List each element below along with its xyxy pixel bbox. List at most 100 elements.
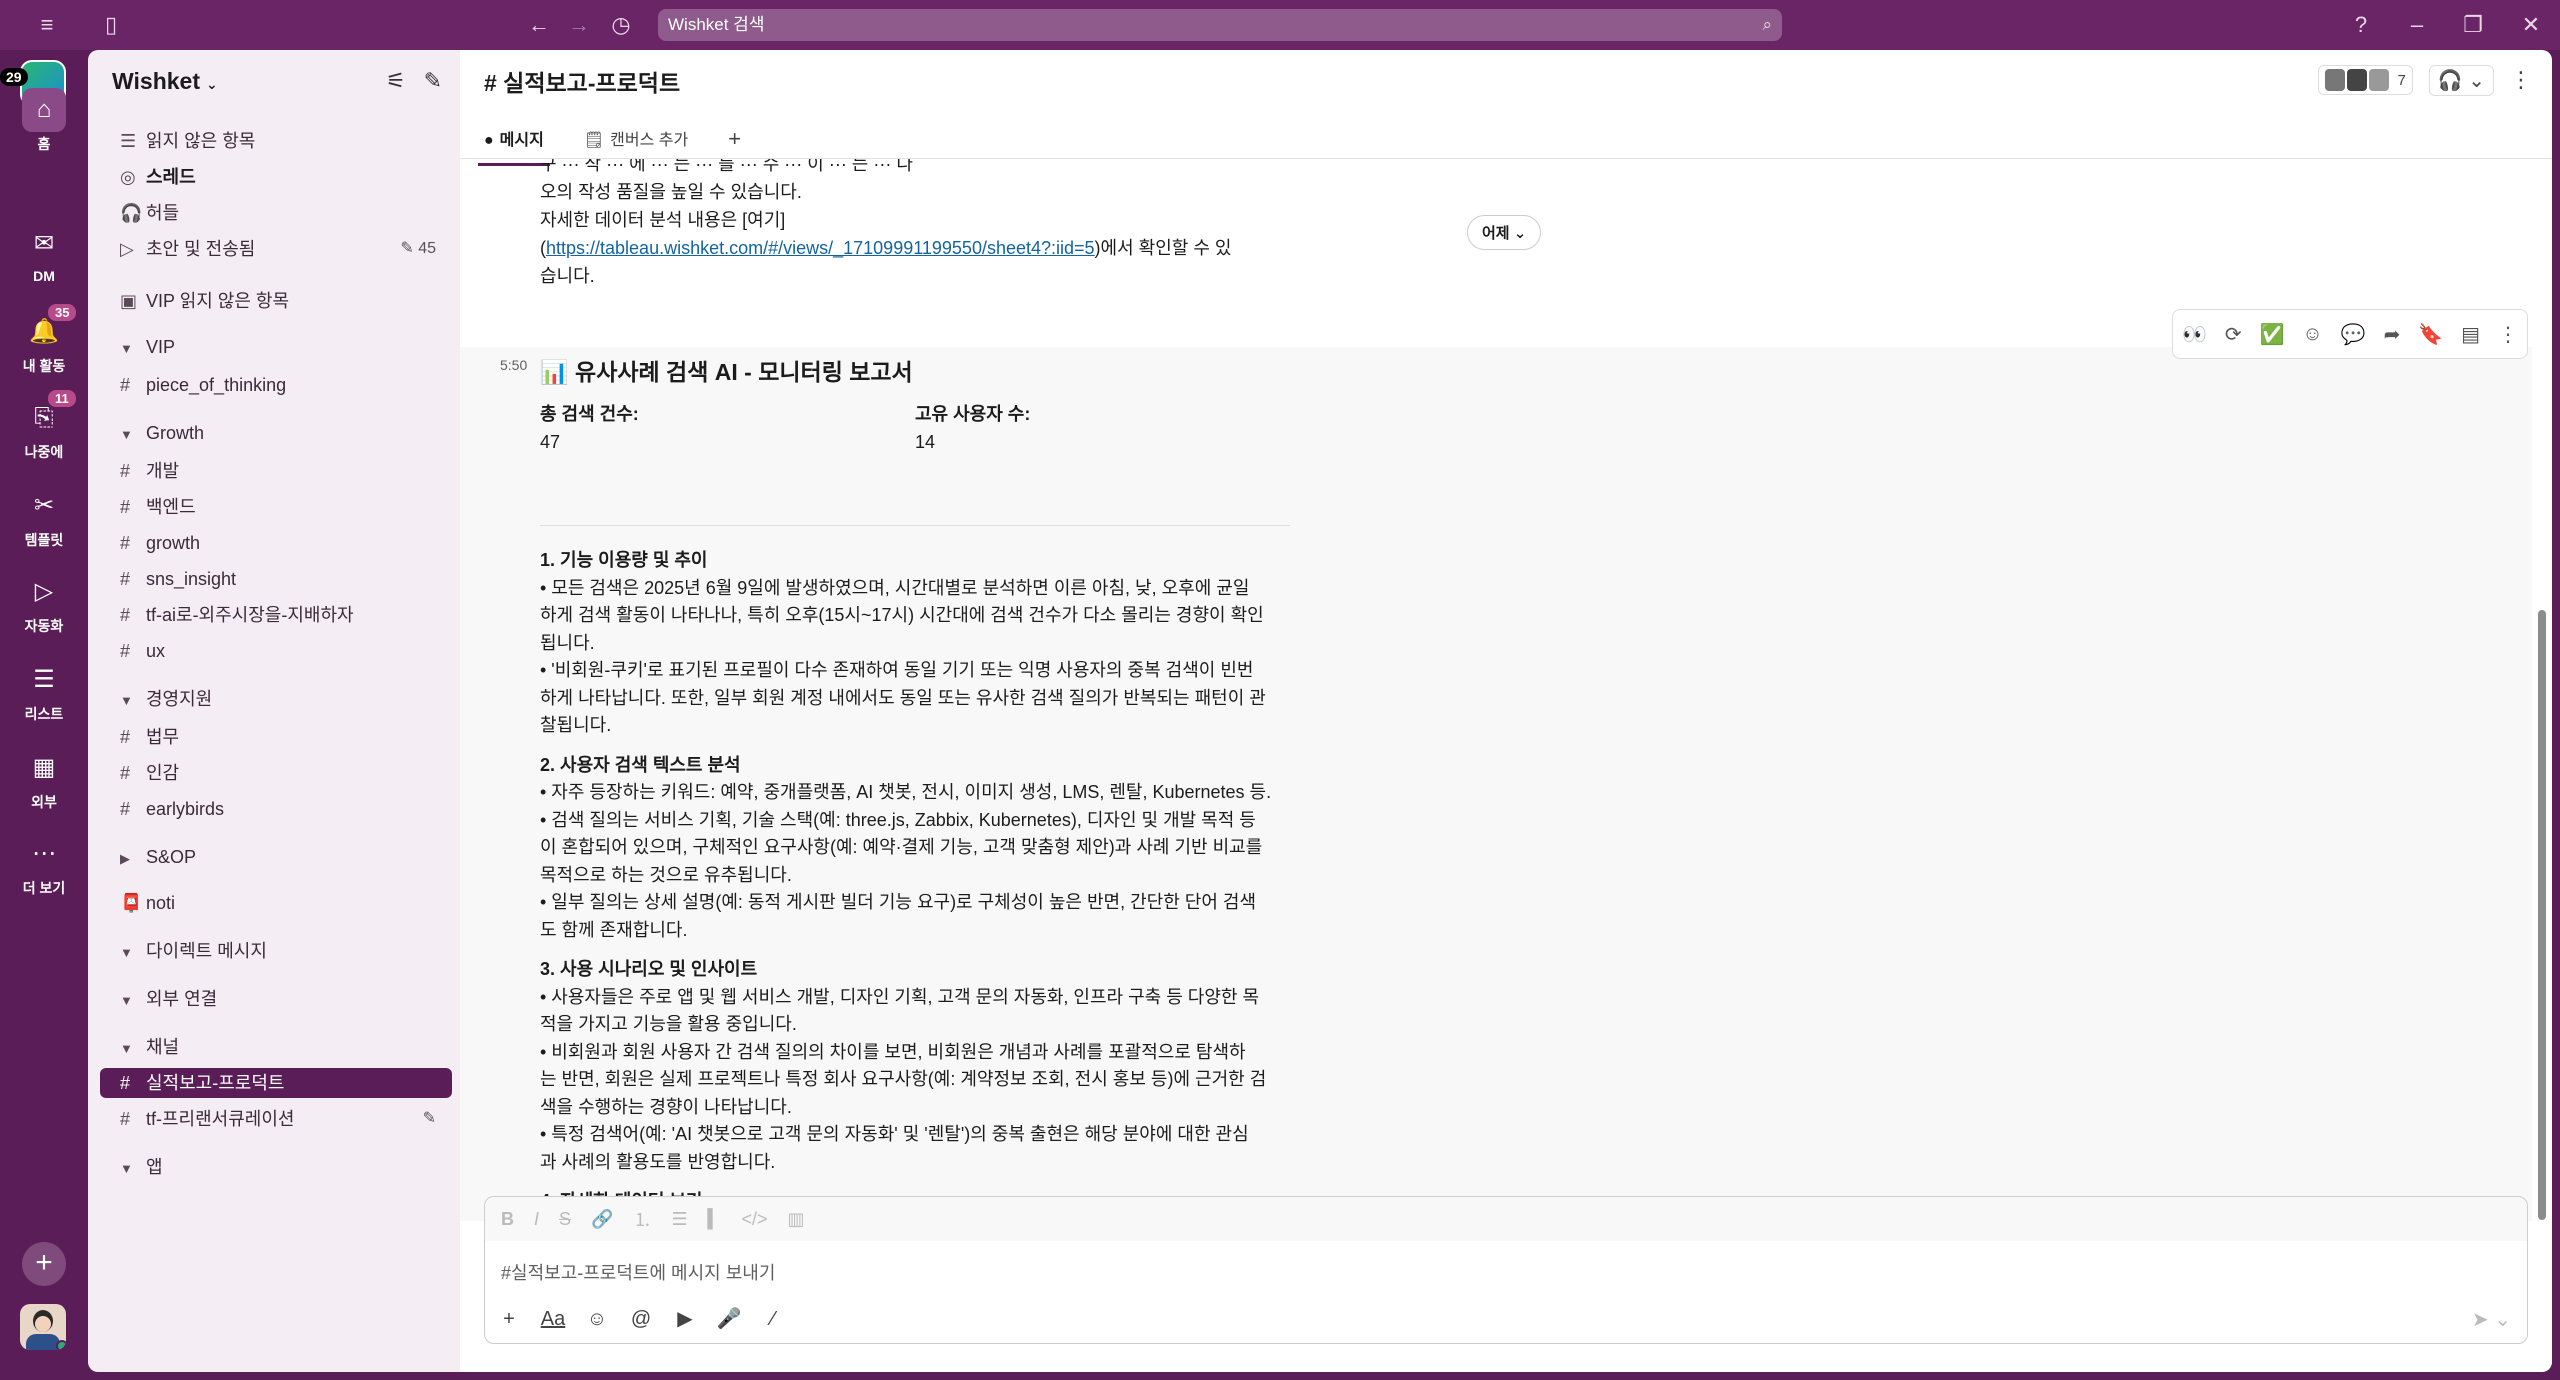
history-icon[interactable]: ◷ [606, 10, 636, 40]
sidebar-section[interactable]: ▶ S&OP [100, 842, 452, 872]
sidebar-section[interactable]: ▼ Growth [100, 418, 452, 448]
huddle-button[interactable]: 🎧 ⌄ [2428, 64, 2494, 96]
rail-item-2[interactable]: 🔔 내 활동 35 [0, 302, 88, 376]
sidebar-item[interactable]: ▣ VIP 읽지 않은 항목 [100, 286, 452, 316]
tableau-link[interactable]: https://tableau.wishket.com/#/views/_171… [546, 238, 1095, 258]
message-input[interactable]: #실적보고-프로덕트에 메시지 보내기 [501, 1259, 775, 1285]
sidebar-item-label: 허들 [146, 203, 180, 223]
sidebar-section[interactable]: ▼ 앱 [100, 1152, 452, 1182]
sidebar-item[interactable]: # earlybirds [100, 794, 452, 824]
italic-icon[interactable]: I [534, 1209, 539, 1230]
bullet-list-icon[interactable]: ☰ [671, 1209, 687, 1230]
rail-item-1[interactable]: ✉ DM [0, 222, 88, 284]
send-button[interactable]: ➤ ⌄ [2472, 1307, 2511, 1332]
strikethrough-icon[interactable]: S [559, 1209, 571, 1230]
search-input[interactable]: Wishket 검색 ⌕ [658, 9, 1782, 41]
link-icon[interactable]: 🔗 [591, 1209, 613, 1230]
sidebar-item[interactable]: 📮 noti [100, 888, 452, 918]
sidebar-item[interactable]: ▷ 초안 및 전송됨 ✎ 45 [100, 234, 452, 264]
add-workspace-button[interactable]: + [22, 1242, 66, 1286]
stat-value: 14 [915, 432, 936, 452]
tab-label: 메시지 [499, 132, 544, 149]
video-icon[interactable]: ▶ [671, 1305, 699, 1333]
back-arrow-icon[interactable]: ← [524, 10, 554, 40]
rail-item-6[interactable]: ☰ 리스트 [0, 658, 88, 724]
hash-icon: # [120, 605, 131, 625]
sidebar-item[interactable]: # sns_insight [100, 564, 452, 594]
sidebar-item[interactable]: # ux [100, 636, 452, 666]
code-icon[interactable]: </> [741, 1209, 767, 1230]
sidebar-item[interactable]: # 법무 [100, 722, 452, 752]
bookmark-icon[interactable]: 🔖 [2418, 322, 2443, 347]
sidebar-item[interactable]: 🎧 허들 [100, 198, 452, 228]
code-block-icon[interactable]: ▥ [787, 1209, 804, 1230]
sidebar-item-icon: ▼ [120, 1041, 133, 1056]
forward-arrow-icon[interactable]: → [564, 10, 594, 40]
blockquote-icon[interactable]: ▍ [708, 1209, 722, 1230]
sidebar-section[interactable]: ▼ VIP [100, 332, 452, 362]
share-icon[interactable]: ➦ [2384, 322, 2401, 347]
workspace-name[interactable]: Wishket ⌄ [112, 68, 218, 95]
member-avatars[interactable]: 7 [2318, 65, 2413, 95]
help-icon[interactable]: ? [2346, 10, 2376, 40]
sidebar-item[interactable]: # 인감 [100, 758, 452, 788]
filter-icon[interactable]: ⚟ [386, 68, 406, 93]
reply-thread-icon[interactable]: 💬 [2341, 322, 2366, 347]
sidebar-item[interactable]: ◎ 스레드 [100, 162, 452, 192]
page-title[interactable]: # 실적보고-프로덕트 [484, 64, 680, 98]
rail-item-4[interactable]: ✂ 템플릿 [0, 484, 88, 550]
sidebar-item[interactable]: # tf-ai로-외주시장을-지배하자 [100, 600, 452, 630]
maximize-icon[interactable]: ❐ [2458, 10, 2488, 40]
sidebar-section[interactable]: ▼ 경영지원 [100, 684, 452, 714]
message-composer[interactable]: B I S 🔗 ⒈ ☰ ▍ </> ▥ #실적보고-프로덕트에 메시지 보내기 … [484, 1196, 2528, 1344]
slash-command-icon[interactable]: ⁄ [759, 1305, 787, 1333]
rail-item-3[interactable]: ⎘ 나중에 11 [0, 388, 88, 462]
scrollbar[interactable] [2538, 610, 2546, 1220]
compose-icon[interactable]: ✎ [424, 68, 442, 93]
sidebar-toggle-icon[interactable]: ▯ [96, 10, 126, 40]
close-icon[interactable]: ✕ [2516, 10, 2546, 40]
loading-reaction-icon[interactable]: ⟳ [2225, 322, 2242, 347]
microphone-icon[interactable]: 🎤 [715, 1305, 743, 1333]
sidebar-item-label: 스레드 [146, 167, 196, 187]
sidebar-section[interactable]: ▼ 다이렉트 메시지 [100, 936, 452, 966]
rail-item-8[interactable]: ⋯ 더 보기 [0, 832, 88, 898]
menu-icon[interactable]: ≡ [32, 10, 62, 40]
more-options-icon[interactable]: ⋮ [2510, 67, 2532, 93]
mention-icon[interactable]: @ [627, 1305, 655, 1333]
emoji-icon[interactable]: ☺ [583, 1305, 611, 1333]
rail-item-5[interactable]: ▷ 자동화 [0, 570, 88, 636]
sidebar-item-label: Growth [146, 423, 205, 443]
rail-item-0[interactable]: ⌂ 홈 [0, 88, 88, 154]
bold-icon[interactable]: B [501, 1209, 514, 1230]
rail-item-7[interactable]: ▦ 외부 [0, 746, 88, 812]
sidebar-item[interactable]: # piece_of_thinking [100, 370, 452, 400]
eyes-reaction-icon[interactable]: 👀 [2182, 322, 2207, 347]
sidebar-item[interactable]: # 실적보고-프로덕트 [100, 1068, 452, 1098]
minimize-icon[interactable]: – [2402, 10, 2432, 40]
more-actions-icon[interactable]: ⋮ [2498, 322, 2518, 347]
hash-icon: # [120, 641, 131, 661]
sidebar-item[interactable]: # 개발 [100, 456, 452, 486]
date-divider-button[interactable]: 어제 ⌄ [1467, 215, 1542, 250]
message-timestamp[interactable]: 5:50 [500, 357, 527, 373]
rail-label: 외부 [31, 794, 57, 810]
sidebar-item[interactable]: # growth [100, 528, 452, 558]
attach-plus-icon[interactable]: + [495, 1305, 523, 1333]
text-format-icon[interactable]: Aa [539, 1305, 567, 1333]
check-reaction-icon[interactable]: ✅ [2260, 322, 2285, 347]
stat-value: 47 [540, 432, 561, 452]
sidebar-item[interactable]: # 백엔드 [100, 492, 452, 522]
message-text: 과 사례의 활용도를 반영합니다. [540, 1151, 776, 1172]
add-reaction-icon[interactable]: ☺ [2302, 323, 2322, 346]
sidebar-item-icon: ◎ [120, 167, 136, 187]
avatar[interactable] [20, 1304, 66, 1350]
tab-icon: 🗒 [583, 132, 605, 149]
canvas-icon[interactable]: ▤ [2461, 322, 2480, 347]
ordered-list-icon[interactable]: ⒈ [633, 1206, 651, 1232]
message-text: 됩니다. [540, 632, 595, 653]
sidebar-item[interactable]: # tf-프리랜서큐레이션 ✎ [100, 1104, 452, 1134]
sidebar-section[interactable]: ▼ 외부 연결 [100, 984, 452, 1014]
sidebar-section[interactable]: ▼ 채널 [100, 1032, 452, 1062]
sidebar-item[interactable]: ☰ 읽지 않은 항목 [100, 126, 452, 156]
